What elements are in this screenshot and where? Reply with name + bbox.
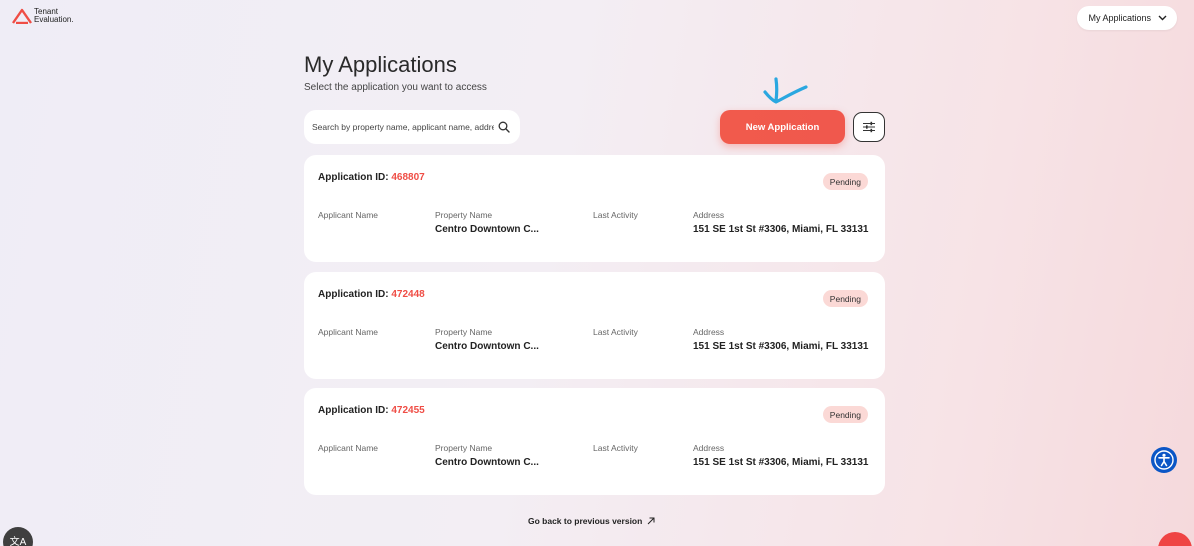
status-badge: Pending <box>822 406 868 423</box>
property-name-value: Centro Downtown C... <box>435 224 539 235</box>
address-field: Address 151 SE 1st St #3306, Miami, FL 33… <box>693 210 868 235</box>
application-id-number: 468807 <box>391 172 425 183</box>
address-value: 151 SE 1st St #3306, Miami, FL 33131 <box>693 457 869 468</box>
accessibility-button[interactable] <box>1151 447 1177 473</box>
status-badge: Pending <box>822 290 868 307</box>
go-back-label: Go back to previous version <box>528 516 643 526</box>
property-name-field: Property Name Centro Downtown C... <box>435 327 539 352</box>
property-name-label: Property Name <box>435 327 493 337</box>
address-label: Address <box>693 443 725 453</box>
menu-label: My Applications <box>1088 13 1151 23</box>
house-logo-icon <box>12 8 32 24</box>
last-activity-field: Last Activity <box>593 210 638 224</box>
property-name-field: Property Name Centro Downtown C... <box>435 443 539 468</box>
new-application-button[interactable]: New Application <box>720 110 845 144</box>
application-card[interactable]: Application ID: 472448 Pending Applicant… <box>304 272 885 379</box>
applicant-name-field: Applicant Name <box>318 327 378 341</box>
application-id: Application ID: 472448 <box>318 289 425 300</box>
address-value: 151 SE 1st St #3306, Miami, FL 33131 <box>693 224 869 235</box>
address-field: Address 151 SE 1st St #3306, Miami, FL 33… <box>693 443 868 468</box>
filter-button[interactable] <box>853 112 885 142</box>
last-activity-label: Last Activity <box>593 443 638 453</box>
application-id-number: 472455 <box>391 405 425 416</box>
address-field: Address 151 SE 1st St #3306, Miami, FL 33… <box>693 327 868 352</box>
applicant-name-label: Applicant Name <box>318 327 379 337</box>
brand-line-2: Evaluation. <box>34 15 74 24</box>
translate-icon: 文A <box>9 537 27 546</box>
application-id-number: 472448 <box>391 289 425 300</box>
applicant-name-label: Applicant Name <box>318 210 379 220</box>
application-id: Application ID: 468807 <box>318 172 425 183</box>
application-id-label: Application ID: <box>318 289 389 300</box>
last-activity-label: Last Activity <box>593 327 638 337</box>
sliders-icon <box>863 121 875 133</box>
last-activity-label: Last Activity <box>593 210 638 220</box>
property-name-value: Centro Downtown C... <box>435 457 539 468</box>
address-label: Address <box>693 327 725 337</box>
property-name-field: Property Name Centro Downtown C... <box>435 210 539 235</box>
accessibility-icon <box>1154 450 1174 470</box>
brand-wordmark: Tenant Evaluation. <box>34 8 74 24</box>
page-title: My Applications <box>304 52 457 77</box>
application-id: Application ID: 472455 <box>318 405 425 416</box>
status-badge: Pending <box>822 173 868 190</box>
address-value: 151 SE 1st St #3306, Miami, FL 33131 <box>693 341 869 352</box>
last-activity-field: Last Activity <box>593 327 638 341</box>
address-label: Address <box>693 210 725 220</box>
last-activity-field: Last Activity <box>593 443 638 457</box>
annotation-arrow-icon <box>763 77 808 104</box>
page-subtitle: Select the application you want to acces… <box>304 82 487 93</box>
property-name-value: Centro Downtown C... <box>435 341 539 352</box>
application-card[interactable]: Application ID: 468807 Pending Applicant… <box>304 155 885 262</box>
applicant-name-field: Applicant Name <box>318 443 378 457</box>
application-id-label: Application ID: <box>318 405 389 416</box>
property-name-label: Property Name <box>435 210 493 220</box>
search-icon[interactable] <box>498 121 510 133</box>
property-name-label: Property Name <box>435 443 493 453</box>
application-card[interactable]: Application ID: 472455 Pending Applicant… <box>304 388 885 495</box>
search-box <box>304 110 520 144</box>
search-input[interactable] <box>312 122 494 132</box>
applicant-name-label: Applicant Name <box>318 443 379 453</box>
applicant-name-field: Applicant Name <box>318 210 378 224</box>
arrow-up-right-icon <box>647 517 655 525</box>
application-id-label: Application ID: <box>318 172 389 183</box>
brand-logo[interactable]: Tenant Evaluation. <box>12 8 74 24</box>
my-applications-menu[interactable]: My Applications <box>1077 6 1177 30</box>
chat-button[interactable] <box>1158 532 1192 546</box>
go-back-link[interactable]: Go back to previous version <box>528 516 655 526</box>
chevron-down-icon <box>1158 15 1167 21</box>
translate-button[interactable]: 文A <box>3 527 33 546</box>
